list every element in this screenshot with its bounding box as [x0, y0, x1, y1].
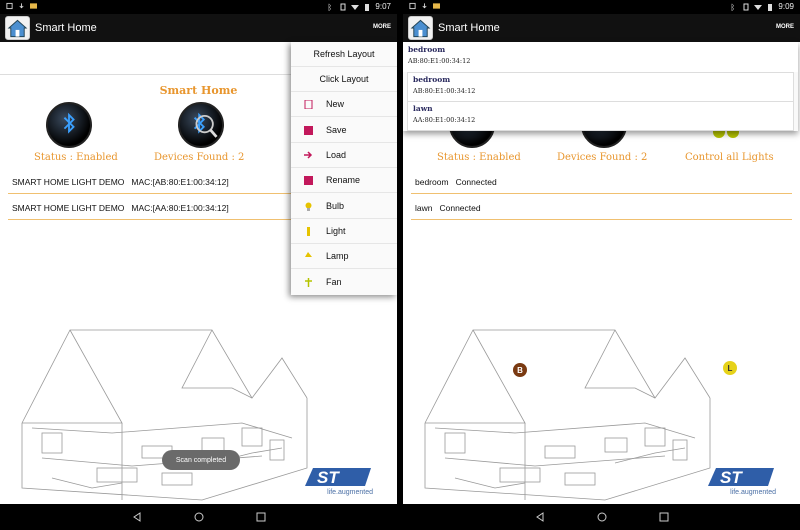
- control-all-lights-button[interactable]: Control all Lights: [685, 152, 774, 163]
- device-name: SMART HOME LIGHT DEMO: [12, 202, 125, 213]
- rename-icon: [304, 176, 313, 185]
- status-bar: ᛒ 9:07: [0, 0, 397, 14]
- new-doc-icon: [304, 100, 313, 109]
- wifi-icon: [754, 4, 763, 10]
- st-logo: ST life.augmented: [283, 465, 373, 496]
- action-bar: Smart Home MORE: [0, 14, 397, 42]
- status-label: Status : Enabled: [437, 152, 521, 163]
- bluetooth-search-icon[interactable]: [178, 102, 224, 148]
- devices-found-label: Devices Found : 2: [154, 152, 245, 163]
- dropdown-option[interactable]: bedroom AB:80:E1:00:34:12: [407, 72, 794, 102]
- mail-icon: [433, 3, 440, 9]
- device-row[interactable]: lawn Connected: [411, 196, 792, 220]
- more-button[interactable]: MORE: [776, 24, 794, 30]
- more-button[interactable]: MORE: [373, 24, 391, 30]
- devices-found-label: Devices Found : 2: [557, 152, 648, 163]
- app-title: Smart Home: [438, 22, 500, 34]
- download-icon: [422, 3, 427, 9]
- menu-item-fan[interactable]: Fan: [291, 270, 397, 295]
- home-icon[interactable]: [194, 512, 204, 522]
- device-state: Connected: [439, 202, 481, 213]
- lamp-icon: [305, 252, 312, 257]
- nav-bar: [403, 504, 800, 530]
- menu-item-load[interactable]: Load: [291, 143, 397, 168]
- status-label: Status : Enabled: [34, 152, 118, 163]
- menu-item-rename[interactable]: Rename: [291, 168, 397, 193]
- battery-icon: [768, 3, 773, 11]
- menu-item-new[interactable]: New: [291, 92, 397, 117]
- recents-icon[interactable]: [256, 512, 266, 522]
- st-logo: ST life.augmented: [686, 465, 776, 496]
- device-state: Connected: [455, 176, 497, 187]
- bedroom-marker[interactable]: B: [513, 363, 527, 377]
- menu-item-bulb[interactable]: Bulb: [291, 194, 397, 219]
- load-icon: [304, 151, 313, 159]
- logo-tagline: life.augmented: [730, 489, 776, 496]
- nav-bar: [0, 504, 397, 530]
- scan-toast: Scan completed: [162, 450, 240, 470]
- house-layout-illustration[interactable]: [415, 328, 715, 504]
- notification-icon: [6, 2, 13, 10]
- notification-icon: [409, 2, 416, 10]
- vibrate-icon: [743, 3, 749, 10]
- clock: 9:07: [375, 2, 391, 11]
- device-name: lawn: [415, 202, 433, 213]
- dropdown-option[interactable]: lawn AA:80:E1:00:34:12: [407, 101, 794, 131]
- menu-item-light[interactable]: Light: [291, 219, 397, 244]
- fan-icon: [305, 278, 312, 287]
- mail-icon: [30, 3, 37, 9]
- light-icon: [307, 227, 310, 236]
- download-icon: [19, 3, 24, 9]
- device-name: SMART HOME LIGHT DEMO: [12, 176, 125, 187]
- bluetooth-status-icon: ᛒ: [730, 2, 736, 12]
- menu-item-refresh-layout[interactable]: Refresh Layout: [291, 42, 397, 67]
- bulb-icon: [305, 202, 312, 211]
- home-app-icon[interactable]: [408, 16, 433, 40]
- device-card: Status : Enabled Devices Found : 2 Contr…: [407, 78, 796, 504]
- logo-tagline: life.augmented: [327, 489, 373, 496]
- action-bar: Smart Home MORE: [403, 14, 800, 42]
- battery-icon: [365, 3, 370, 11]
- home-icon[interactable]: [597, 512, 607, 522]
- bluetooth-status-icon: ᛒ: [327, 2, 333, 12]
- save-icon: [304, 126, 313, 135]
- device-name: bedroom: [415, 176, 449, 187]
- device-mac: MAC:[AA:80:E1:00:34:12]: [131, 202, 229, 213]
- house-layout-illustration[interactable]: [12, 328, 312, 504]
- home-app-icon[interactable]: [5, 16, 30, 40]
- bluetooth-icon[interactable]: [46, 102, 92, 148]
- vibrate-icon: [340, 3, 346, 10]
- device-dropdown: bedroom AB:80:E1:00:34:12 bedroom AB:80:…: [403, 42, 798, 131]
- device-mac: MAC:[AB:80:E1:00:34:12]: [131, 176, 229, 187]
- app-title: Smart Home: [35, 22, 97, 34]
- dropdown-selected[interactable]: bedroom AB:80:E1:00:34:12: [403, 42, 798, 72]
- menu-item-click-layout[interactable]: Click Layout: [291, 67, 397, 92]
- status-bar: ᛒ 9:09: [403, 0, 800, 14]
- svg-text:ST: ST: [317, 468, 340, 487]
- svg-text:ST: ST: [720, 468, 743, 487]
- recents-icon[interactable]: [659, 512, 669, 522]
- device-row[interactable]: bedroom Connected: [411, 170, 792, 194]
- clock: 9:09: [778, 2, 794, 11]
- menu-item-lamp[interactable]: Lamp: [291, 244, 397, 269]
- wifi-icon: [351, 4, 360, 10]
- left-screen: ᛒ 9:07 Smart Home MORE Smart Home Status…: [0, 0, 397, 530]
- lawn-marker[interactable]: L: [723, 361, 737, 375]
- overflow-menu: Refresh Layout Click Layout New Save Loa…: [291, 42, 397, 295]
- menu-item-save[interactable]: Save: [291, 118, 397, 143]
- back-icon[interactable]: [535, 512, 545, 522]
- back-icon[interactable]: [132, 512, 142, 522]
